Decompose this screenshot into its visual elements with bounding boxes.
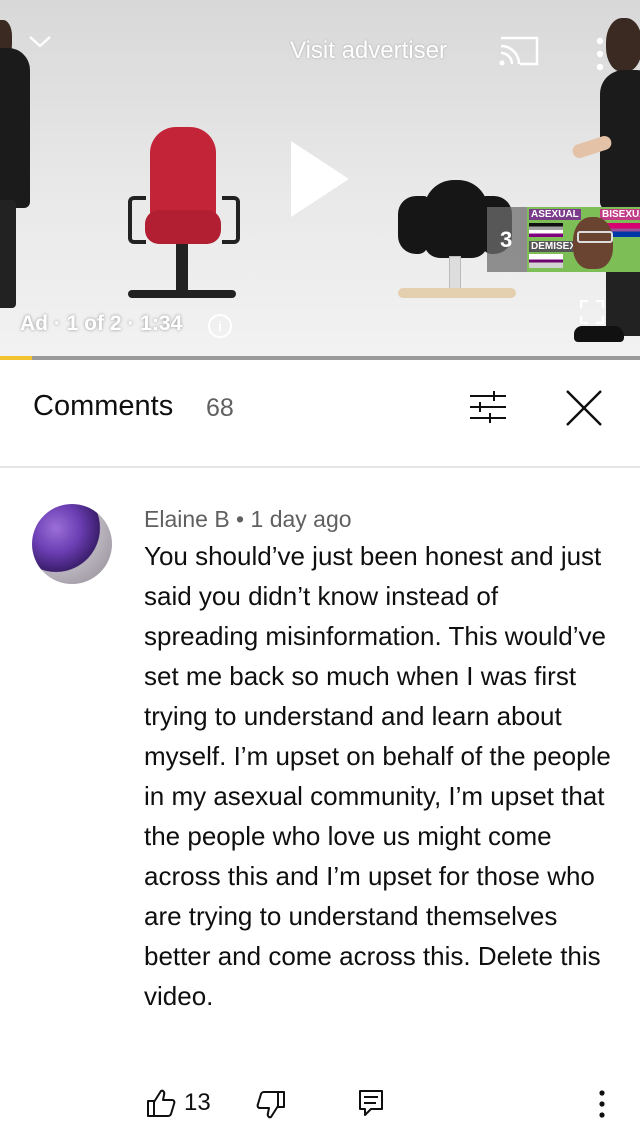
flag-icon	[529, 254, 563, 268]
person-right-shoe	[574, 326, 624, 342]
black-chair	[424, 180, 488, 258]
avatar[interactable]	[32, 504, 112, 584]
thumbnail-tag: BISEXUAL	[600, 209, 640, 220]
play-icon[interactable]	[291, 141, 349, 217]
video-player[interactable]: Visit advertiser 3 ASEXUAL BISEXUAL DEMI…	[0, 0, 640, 356]
comment-text: You should’ve just been honest and just …	[144, 541, 611, 1011]
person-right	[606, 18, 640, 72]
flag-icon	[529, 223, 563, 237]
sort-icon[interactable]	[468, 390, 508, 424]
cast-icon[interactable]	[498, 34, 540, 68]
creator-face	[573, 217, 613, 269]
fullscreen-icon[interactable]	[580, 300, 604, 324]
reply-icon[interactable]	[358, 1089, 384, 1117]
video-watermark	[105, 148, 123, 215]
comment-actions: 13	[0, 1078, 640, 1128]
chevron-down-icon[interactable]	[28, 30, 52, 54]
person-left-leg	[0, 200, 16, 308]
red-chair-base	[128, 290, 236, 298]
visit-advertiser-link[interactable]: Visit advertiser	[290, 37, 447, 65]
black-chair-base	[398, 288, 516, 298]
creator-glasses	[577, 231, 613, 243]
up-next-image[interactable]: ASEXUAL BISEXUAL DEMISEXUAL	[527, 207, 640, 272]
meta-separator: •	[229, 506, 251, 532]
close-icon[interactable]	[564, 388, 604, 428]
thumbnail-tag: ASEXUAL	[529, 209, 581, 220]
more-vert-icon[interactable]	[594, 1088, 610, 1120]
divider	[0, 466, 640, 468]
more-vert-icon[interactable]	[590, 36, 610, 72]
like-icon[interactable]	[146, 1088, 176, 1118]
comment-time: 1 day ago	[250, 506, 352, 532]
comment-meta: Elaine B • 1 day ago	[144, 506, 352, 533]
info-icon[interactable]: i	[208, 314, 232, 338]
comments-header: Comments 68	[0, 360, 640, 456]
comment-author[interactable]: Elaine B	[144, 506, 230, 532]
red-chair-seat	[145, 210, 221, 244]
red-chair-arm	[128, 196, 146, 244]
red-chair-arm	[222, 196, 240, 244]
comments-count: 68	[206, 394, 234, 422]
person-left-body	[0, 48, 30, 208]
comments-title: Comments	[33, 390, 174, 422]
red-chair-post	[176, 244, 188, 292]
up-next-count: 3	[500, 227, 513, 252]
dislike-icon[interactable]	[256, 1090, 286, 1120]
ad-label: Ad · 1 of 2 · 1:34	[20, 312, 183, 335]
like-count: 13	[184, 1089, 211, 1116]
